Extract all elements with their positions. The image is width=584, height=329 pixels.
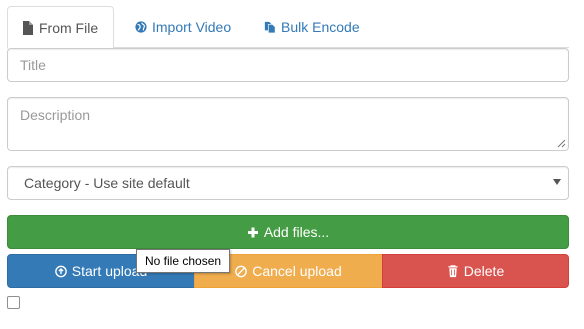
file-input-tooltip: No file chosen	[136, 249, 231, 273]
title-input[interactable]: Title	[7, 48, 569, 82]
category-select[interactable]: Category - Use site default	[7, 166, 569, 200]
upload-panel: From File Import Video Bulk Encode Title…	[0, 0, 584, 329]
cancel-upload-label: Cancel upload	[252, 263, 342, 279]
delete-button[interactable]: Delete	[382, 254, 569, 288]
upload-tabs: From File Import Video Bulk Encode	[7, 6, 569, 49]
tab-label: Bulk Encode	[281, 19, 360, 35]
file-icon	[22, 20, 34, 35]
resize-grip-icon[interactable]	[557, 139, 566, 148]
tab-import-video[interactable]: Import Video	[121, 6, 241, 48]
dropdown-caret-icon	[553, 179, 561, 185]
plus-icon	[247, 225, 259, 239]
tab-bulk-encode[interactable]: Bulk Encode	[250, 6, 370, 48]
globe-icon	[135, 20, 147, 34]
trash-icon	[447, 264, 459, 278]
add-files-button[interactable]: Add files...	[7, 215, 569, 249]
files-icon	[264, 20, 276, 34]
tab-label: Import Video	[152, 19, 232, 35]
ban-icon	[235, 264, 248, 278]
tab-label: From File	[39, 19, 99, 36]
circle-arrow-up-icon	[54, 264, 67, 278]
add-files-label: Add files...	[263, 224, 330, 240]
description-textarea[interactable]: Description	[7, 97, 569, 151]
select-all-checkbox[interactable]	[7, 296, 20, 309]
category-selected-value: Category - Use site default	[24, 175, 190, 191]
description-placeholder: Description	[20, 107, 91, 123]
tab-from-file[interactable]: From File	[7, 6, 114, 49]
delete-label: Delete	[463, 263, 505, 279]
title-placeholder: Title	[20, 57, 46, 73]
